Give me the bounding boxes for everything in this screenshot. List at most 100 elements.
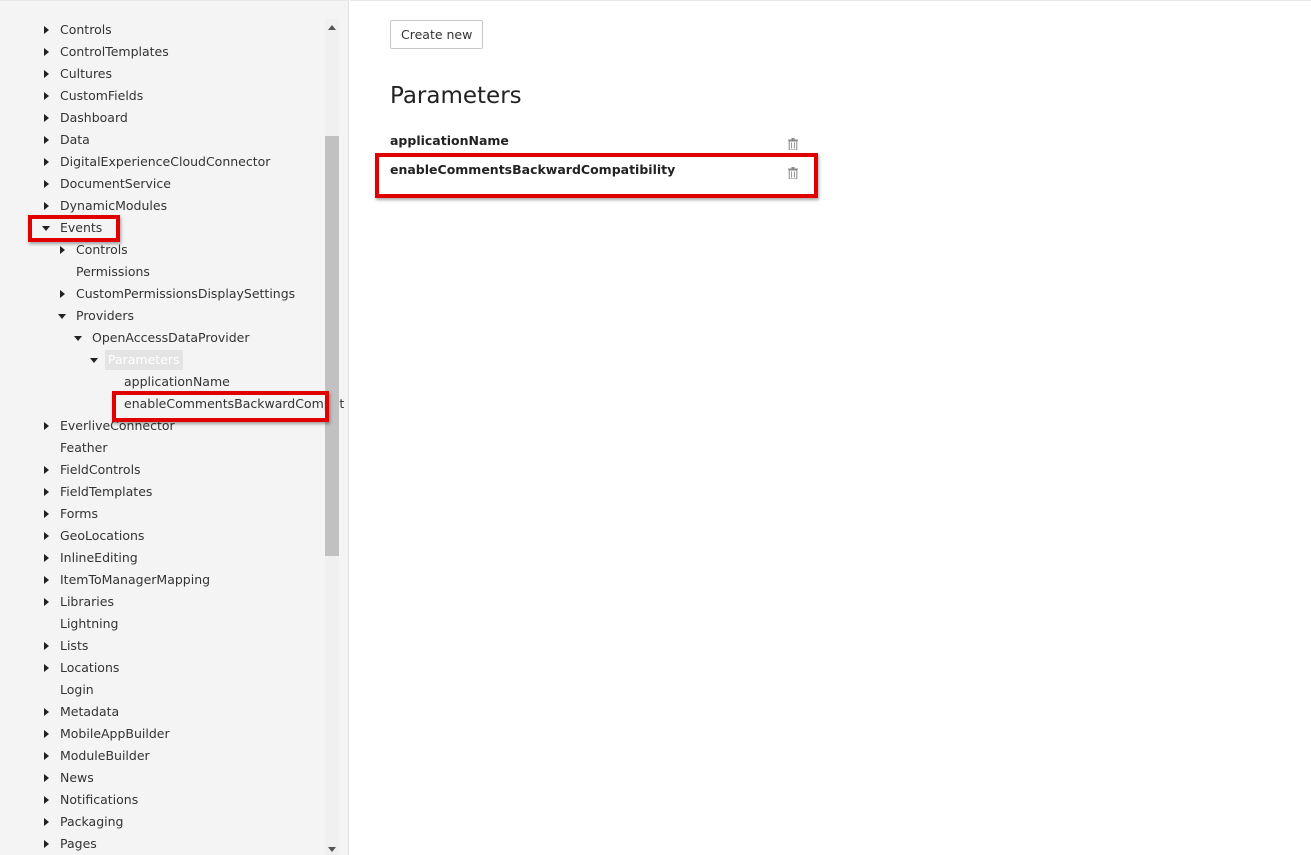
tree-node[interactable]: DocumentService [0, 173, 325, 195]
collapsed-arrow-icon[interactable] [41, 701, 51, 723]
tree-node-label[interactable]: applicationName [124, 371, 230, 393]
tree-node-label[interactable]: DigitalExperienceCloudConnector [60, 151, 270, 173]
collapsed-arrow-icon[interactable] [41, 833, 51, 855]
tree-node-label[interactable]: Providers [76, 305, 134, 327]
collapsed-arrow-icon[interactable] [41, 723, 51, 745]
tree-node[interactable]: Permissions [0, 261, 325, 283]
tree-node-label[interactable]: Login [60, 679, 94, 701]
tree-node[interactable]: enableCommentsBackwardCompat [0, 393, 344, 415]
collapsed-arrow-icon[interactable] [57, 239, 67, 261]
tree-node[interactable]: InlineEditing [0, 547, 325, 569]
tree-node[interactable]: OpenAccessDataProvider [0, 327, 325, 349]
tree-node[interactable]: Providers [0, 305, 325, 327]
tree-node-label[interactable]: GeoLocations [60, 525, 144, 547]
tree-node-label[interactable]: enableCommentsBackwardCompat [124, 393, 344, 415]
trash-icon[interactable] [788, 164, 798, 180]
tree-node-label[interactable]: FieldControls [60, 459, 141, 481]
tree-node-label[interactable]: FieldTemplates [60, 481, 152, 503]
tree-node-label[interactable]: Dashboard [60, 107, 128, 129]
tree-node[interactable]: CustomFields [0, 85, 325, 107]
tree-node-label[interactable]: Metadata [60, 701, 119, 723]
tree-node-label[interactable]: Forms [60, 503, 98, 525]
tree-node[interactable]: MobileAppBuilder [0, 723, 325, 745]
tree-node-label[interactable]: DocumentService [60, 173, 171, 195]
tree-node-label[interactable]: OpenAccessDataProvider [92, 327, 250, 349]
collapsed-arrow-icon[interactable] [41, 591, 51, 613]
parameter-name[interactable]: enableCommentsBackwardCompatibility [390, 162, 675, 177]
parameter-name[interactable]: applicationName [390, 133, 509, 148]
collapsed-arrow-icon[interactable] [41, 811, 51, 833]
tree-node-label[interactable]: Controls [76, 239, 128, 261]
tree-node[interactable]: ModuleBuilder [0, 745, 325, 767]
tree-node[interactable]: Data [0, 129, 325, 151]
collapsed-arrow-icon[interactable] [41, 525, 51, 547]
collapsed-arrow-icon[interactable] [41, 745, 51, 767]
tree-node[interactable]: Events [0, 217, 325, 239]
collapsed-arrow-icon[interactable] [41, 151, 51, 173]
tree-node[interactable]: ItemToManagerMapping [0, 569, 325, 591]
sidebar-scrollbar[interactable] [325, 19, 339, 855]
scrollbar-thumb[interactable] [325, 136, 339, 556]
tree-node[interactable]: Controls [0, 239, 325, 261]
collapsed-arrow-icon[interactable] [41, 767, 51, 789]
tree-node[interactable]: applicationName [0, 371, 325, 393]
collapsed-arrow-icon[interactable] [57, 283, 67, 305]
tree-node-label[interactable]: Pages [60, 833, 97, 855]
tree-node-label[interactable]: Libraries [60, 591, 114, 613]
create-new-button[interactable]: Create new [390, 20, 484, 49]
tree-node[interactable]: CustomPermissionsDisplaySettings [0, 283, 325, 305]
tree-node[interactable]: Login [0, 679, 325, 701]
collapsed-arrow-icon[interactable] [41, 85, 51, 107]
tree-node[interactable]: Locations [0, 657, 325, 679]
tree-node[interactable]: FieldTemplates [0, 481, 325, 503]
tree-node-label[interactable]: CustomPermissionsDisplaySettings [76, 283, 295, 305]
tree-node[interactable]: Parameters [0, 349, 325, 371]
parameter-row[interactable]: enableCommentsBackwardCompatibility [390, 159, 798, 181]
tree-node-label[interactable]: Permissions [76, 261, 150, 283]
tree-node-label[interactable]: News [60, 767, 94, 789]
scroll-up-arrow-icon[interactable] [328, 25, 336, 30]
tree-node-label[interactable]: ControlTemplates [60, 41, 169, 63]
collapsed-arrow-icon[interactable] [41, 503, 51, 525]
tree-node[interactable]: Cultures [0, 63, 325, 85]
collapsed-arrow-icon[interactable] [41, 195, 51, 217]
expanded-arrow-icon[interactable] [89, 349, 99, 371]
tree-node-label[interactable]: Lightning [60, 613, 118, 635]
collapsed-arrow-icon[interactable] [41, 41, 51, 63]
tree-node-label[interactable]: MobileAppBuilder [60, 723, 170, 745]
tree-node-label[interactable]: Events [60, 217, 102, 239]
tree-node-label[interactable]: DynamicModules [60, 195, 167, 217]
tree-node[interactable]: News [0, 767, 325, 789]
collapsed-arrow-icon[interactable] [41, 415, 51, 437]
collapsed-arrow-icon[interactable] [41, 789, 51, 811]
tree-node-label[interactable]: Data [60, 129, 90, 151]
trash-icon[interactable] [788, 135, 798, 151]
tree-node[interactable]: GeoLocations [0, 525, 325, 547]
tree-node[interactable]: ControlTemplates [0, 41, 325, 63]
tree-node-label[interactable]: Packaging [60, 811, 123, 833]
tree-node[interactable]: Lists [0, 635, 325, 657]
tree-node-label[interactable]: EverliveConnector [60, 415, 175, 437]
collapsed-arrow-icon[interactable] [41, 107, 51, 129]
collapsed-arrow-icon[interactable] [41, 657, 51, 679]
tree-node[interactable]: Dashboard [0, 107, 325, 129]
tree-node[interactable]: Forms [0, 503, 325, 525]
collapsed-arrow-icon[interactable] [41, 173, 51, 195]
expanded-arrow-icon[interactable] [73, 327, 83, 349]
collapsed-arrow-icon[interactable] [41, 19, 51, 41]
tree-node[interactable]: Pages [0, 833, 325, 855]
tree-node[interactable]: Libraries [0, 591, 325, 613]
tree-node[interactable]: Controls [0, 19, 325, 41]
collapsed-arrow-icon[interactable] [41, 459, 51, 481]
parameter-row[interactable]: applicationName [390, 130, 798, 152]
tree-node[interactable]: Notifications [0, 789, 325, 811]
collapsed-arrow-icon[interactable] [41, 635, 51, 657]
tree-node-label[interactable]: Parameters [105, 350, 183, 370]
collapsed-arrow-icon[interactable] [41, 481, 51, 503]
tree-node-label[interactable]: Controls [60, 19, 112, 41]
tree-node[interactable]: Feather [0, 437, 325, 459]
tree-node-label[interactable]: ItemToManagerMapping [60, 569, 210, 591]
scroll-down-arrow-icon[interactable] [328, 847, 336, 852]
tree-node-label[interactable]: InlineEditing [60, 547, 138, 569]
tree-node-label[interactable]: ModuleBuilder [60, 745, 150, 767]
